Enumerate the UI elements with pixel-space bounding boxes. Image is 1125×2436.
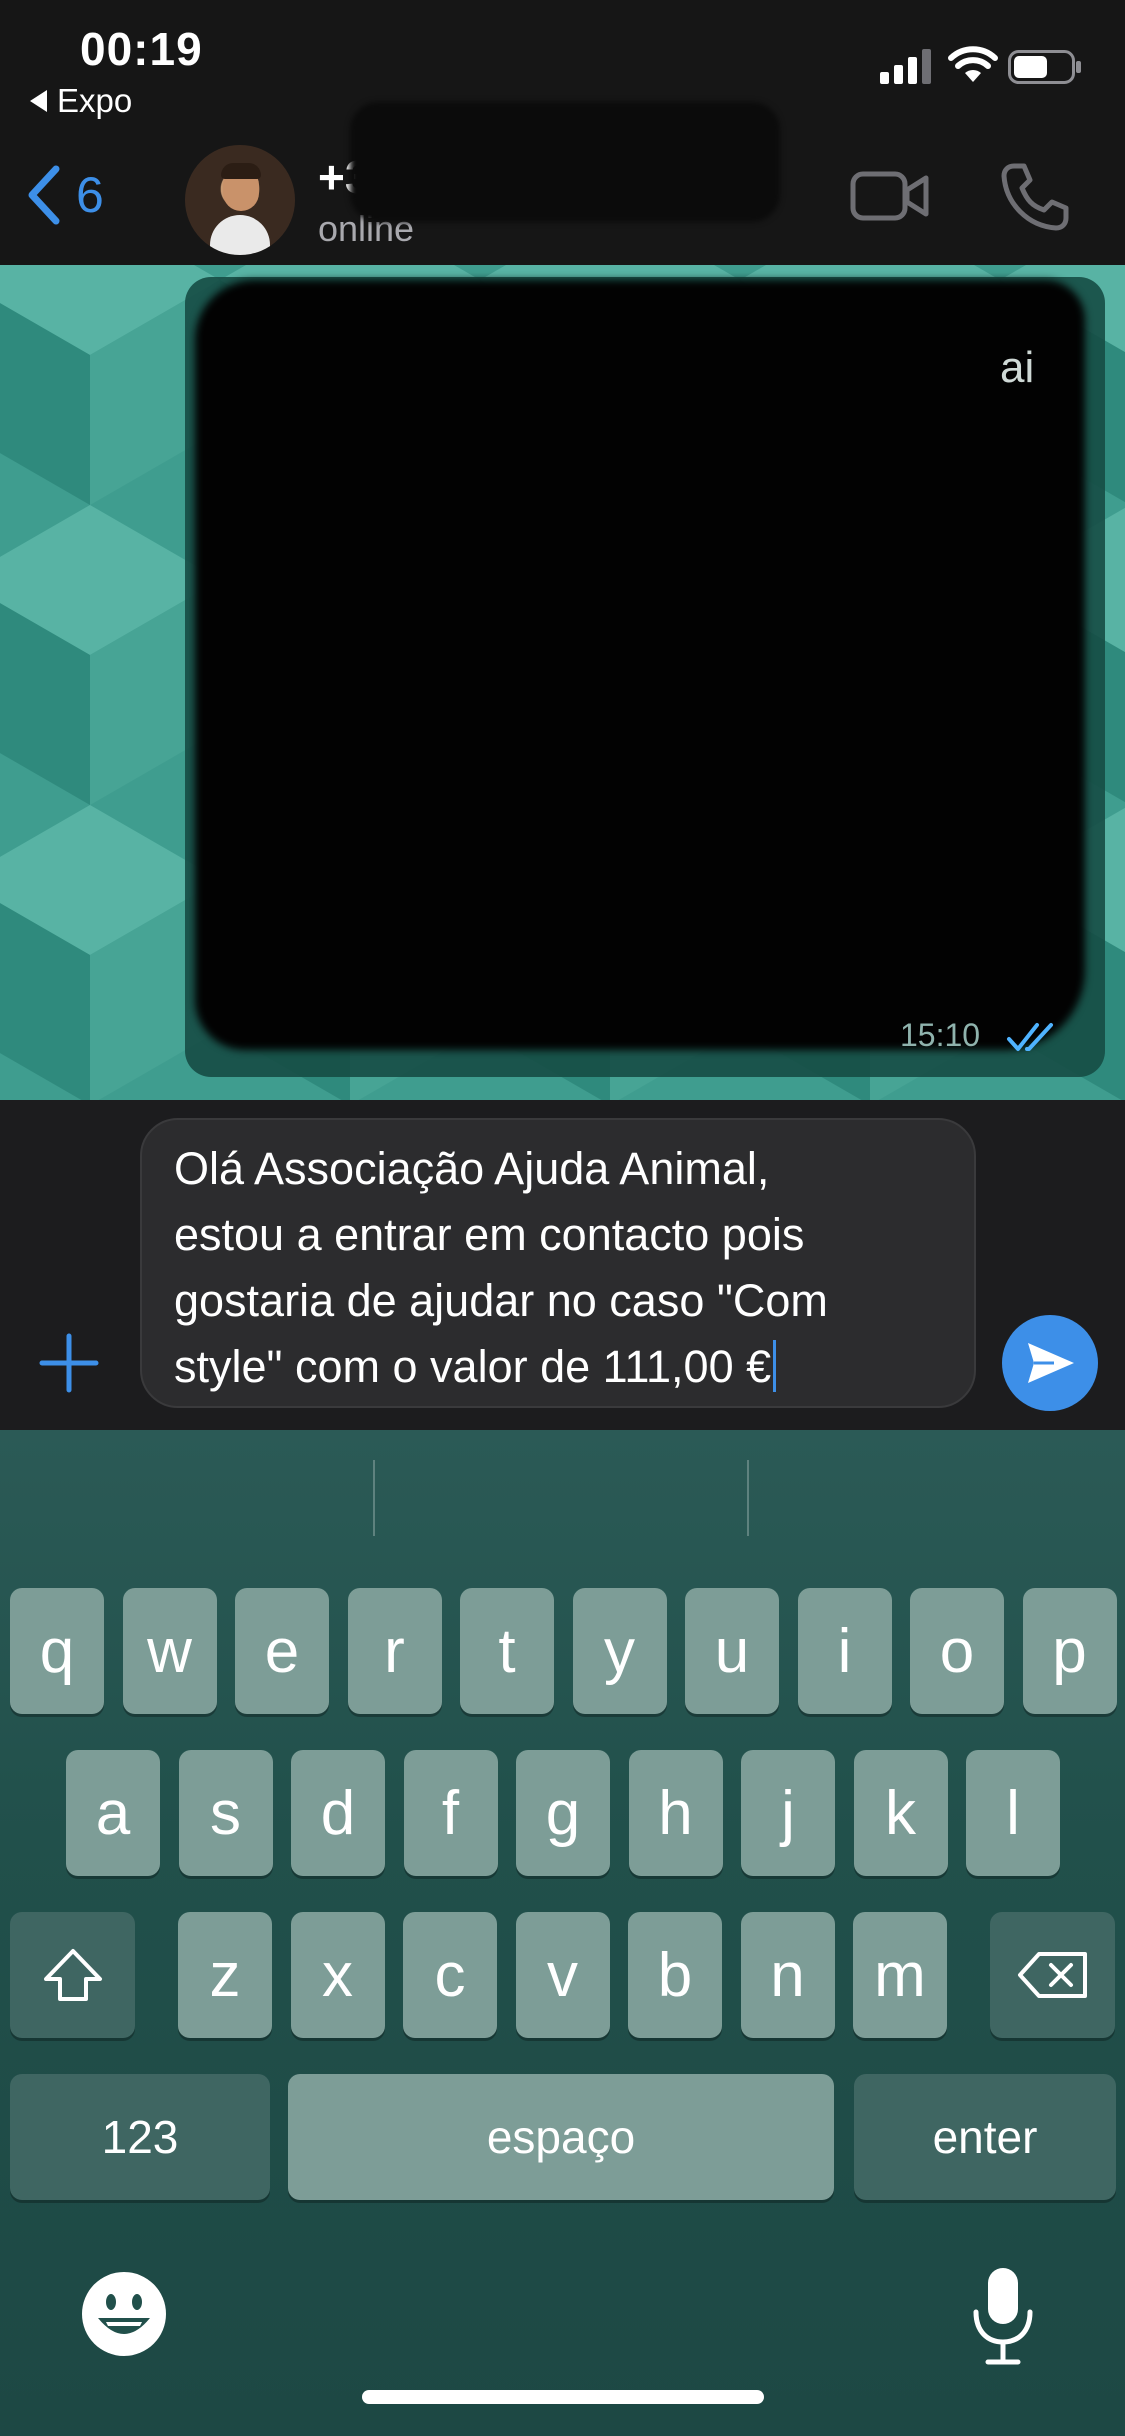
space-key[interactable]: espaço [288, 2074, 834, 2200]
key-w[interactable]: w [122, 1588, 217, 1714]
chat-header: 6 +351 online [0, 102, 1125, 265]
text-caret [773, 1340, 777, 1392]
key-a[interactable]: a [66, 1750, 160, 1876]
double-check-read-icon [1007, 1023, 1053, 1051]
key-m[interactable]: m [853, 1912, 947, 2038]
numbers-key[interactable]: 123 [10, 2074, 270, 2200]
wifi-icon [948, 46, 998, 82]
send-arrow-icon [1028, 1343, 1074, 1383]
message-composer: Olá Associação Ajuda Animal, estou a ent… [0, 1100, 1125, 1430]
phone-icon[interactable] [998, 160, 1070, 232]
home-indicator[interactable] [362, 2390, 764, 2404]
key-k[interactable]: k [853, 1750, 948, 1876]
key-p[interactable]: p [1022, 1588, 1117, 1714]
key-i[interactable]: i [797, 1588, 892, 1714]
key-c[interactable]: c [403, 1912, 497, 2038]
key-h[interactable]: h [628, 1750, 723, 1876]
key-b[interactable]: b [628, 1912, 722, 2038]
name-redaction [350, 102, 780, 222]
key-e[interactable]: e [235, 1588, 329, 1714]
key-z[interactable]: z [178, 1912, 272, 2038]
microphone-icon[interactable] [968, 2266, 1038, 2366]
message-input-text: Olá Associação Ajuda Animal, estou a ent… [174, 1143, 828, 1392]
key-o[interactable]: o [910, 1588, 1004, 1714]
message-input[interactable]: Olá Associação Ajuda Animal, estou a ent… [140, 1118, 976, 1408]
back-to-app-link[interactable]: Expo [30, 82, 132, 120]
plus-icon[interactable] [36, 1330, 102, 1396]
shift-key[interactable] [10, 1912, 135, 2038]
back-button[interactable]: 6 [24, 160, 104, 230]
shift-arrow-icon [43, 1949, 102, 2001]
key-d[interactable]: d [291, 1750, 385, 1876]
key-s[interactable]: s [178, 1750, 273, 1876]
avatar-hair-shape [221, 163, 261, 179]
backspace-key[interactable] [990, 1912, 1115, 2038]
key-q[interactable]: q [10, 1588, 104, 1714]
key-r[interactable]: r [347, 1588, 442, 1714]
key-j[interactable]: j [741, 1750, 835, 1876]
back-app-label: Expo [57, 82, 133, 119]
keyboard: qwertyuiop asdfghjkl zxcvbnm 123 espaço en… [0, 1430, 1125, 2436]
whatsapp-chat-screen: 00:19 Expo 6 online ai 15:10 Olá Associa… [0, 0, 1125, 2436]
send-button[interactable] [1002, 1315, 1098, 1411]
conversation-area[interactable]: ai 15:10 [0, 265, 1125, 1100]
emoji-smiley-icon[interactable] [80, 2270, 168, 2358]
contact-avatar[interactable] [185, 145, 295, 255]
cellular-signal-icon [880, 49, 931, 84]
key-f[interactable]: f [403, 1750, 498, 1876]
enter-key[interactable]: enter [854, 2074, 1116, 2200]
message-redaction [195, 280, 1085, 1050]
key-t[interactable]: t [460, 1588, 554, 1714]
key-n[interactable]: n [740, 1912, 835, 2038]
battery-icon [1008, 50, 1081, 84]
key-v[interactable]: v [515, 1912, 610, 2038]
key-y[interactable]: y [572, 1588, 667, 1714]
suggestion-divider [373, 1460, 375, 1536]
unread-chats-count: 6 [76, 167, 104, 223]
video-call-icon[interactable] [850, 166, 930, 226]
back-triangle-icon [30, 90, 47, 112]
message-text-fragment: ai [1000, 343, 1035, 392]
delete-backspace-icon [1017, 1952, 1087, 1998]
avatar-body-shape [210, 215, 270, 255]
message-timestamp: 15:10 [900, 1017, 981, 1053]
key-x[interactable]: x [290, 1912, 385, 2038]
suggestion-divider [747, 1460, 749, 1536]
chevron-left-icon [28, 165, 60, 225]
status-time: 00:19 [80, 23, 203, 75]
key-l[interactable]: l [966, 1750, 1060, 1876]
key-g[interactable]: g [516, 1750, 610, 1876]
key-u[interactable]: u [685, 1588, 779, 1714]
